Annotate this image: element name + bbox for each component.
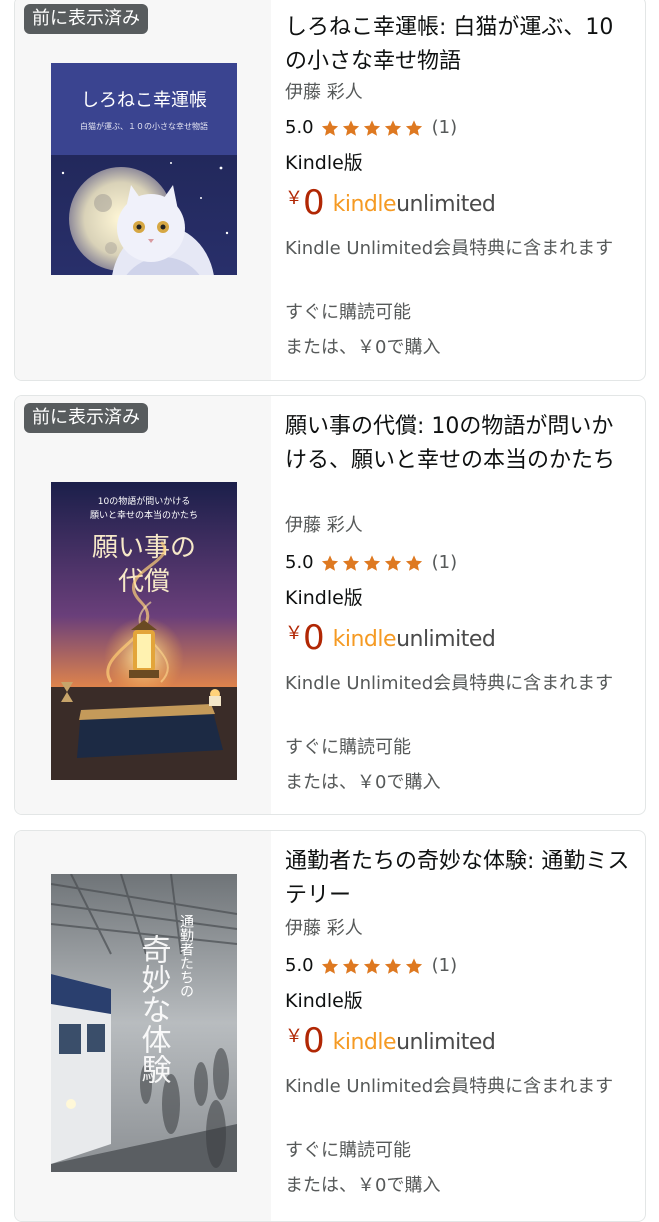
rating-value: 5.0 (285, 552, 314, 573)
book-title[interactable]: 通勤者たちの奇妙な体験: 通勤ミステリー (285, 845, 635, 913)
price-symbol: ￥ (285, 1026, 303, 1047)
kindle-unlimited-note: Kindle Unlimited会員特典に含まれます (285, 238, 614, 259)
ku-logo-kindle: kindle (332, 627, 397, 652)
cover-art: しろねこ幸運帳 白猫が運ぶ、１０の小さな幸せ物語 (51, 63, 237, 275)
availability-text: すぐに購読可能 (285, 302, 411, 323)
rating-value: 5.0 (285, 117, 314, 138)
book-card[interactable]: 通勤者たちの 奇妙な体験 通勤者たちの奇妙な体験: 通勤ミステリー 伊藤 彩人 … (14, 830, 646, 1222)
star-icon (405, 119, 422, 136)
author-name[interactable]: 伊藤 彩人 (285, 917, 363, 941)
ku-logo-kindle: kindle (332, 192, 397, 217)
star-icon (384, 957, 401, 974)
star-icon (321, 554, 338, 571)
kindle-unlimited-note: Kindle Unlimited会員特典に含まれます (285, 1076, 614, 1097)
star-icon (363, 957, 380, 974)
price-row[interactable]: ￥ 0 kindleunlimited (285, 620, 496, 656)
kindle-unlimited-note: Kindle Unlimited会員特典に含まれます (285, 673, 614, 694)
star-icon (405, 957, 422, 974)
price-symbol: ￥ (285, 188, 303, 209)
book-details: 通勤者たちの奇妙な体験: 通勤ミステリー 伊藤 彩人 5.0 (1) Kindl… (285, 831, 635, 1221)
book-card[interactable]: 前に表示済み 10の物語が問いかける 願いと幸せの本当のかたち 願い事の 代償 … (14, 395, 646, 815)
book-cover-image[interactable]: 10の物語が問いかける 願いと幸せの本当のかたち 願い事の 代償 (51, 482, 237, 780)
previously-viewed-badge: 前に表示済み (24, 403, 148, 433)
cover-panel[interactable]: 前に表示済み 10の物語が問いかける 願いと幸せの本当のかたち 願い事の 代償 (15, 396, 271, 814)
ku-logo-kindle: kindle (332, 1030, 397, 1055)
book-card[interactable]: 前に表示済み しろねこ幸運帳 白猫が運ぶ、１０の小さな幸せ物語 しろねこ幸運帳:… (14, 0, 646, 381)
cover-small-title: 通勤者たちの (178, 914, 194, 998)
ku-logo-unlimited: unlimited (396, 192, 496, 217)
ku-logo-unlimited: unlimited (396, 1030, 496, 1055)
star-icon (321, 119, 338, 136)
cover-subtitle-line2: 願いと幸せの本当のかたち (90, 509, 198, 521)
availability-text: すぐに購読可能 (285, 1140, 411, 1161)
book-details: しろねこ幸運帳: 白猫が運ぶ、10の小さな幸せ物語 伊藤 彩人 5.0 (1) … (285, 0, 635, 380)
alternate-purchase-link[interactable]: または、￥0で購入 (285, 769, 635, 796)
review-count: (1) (431, 552, 458, 573)
price-amount: 0 (303, 1021, 325, 1061)
price-symbol: ￥ (285, 623, 303, 644)
price-row[interactable]: ￥ 0 kindleunlimited (285, 185, 496, 221)
star-icon (363, 554, 380, 571)
price-row[interactable]: ￥ 0 kindleunlimited (285, 1023, 496, 1059)
rating-row[interactable]: 5.0 (1) (285, 953, 457, 979)
review-count: (1) (431, 117, 458, 138)
price: ￥ 0 (285, 185, 325, 221)
price: ￥ 0 (285, 620, 325, 656)
author-name[interactable]: 伊藤 彩人 (285, 514, 363, 538)
availability-text: すぐに購読可能 (285, 737, 411, 758)
kindle-unlimited-logo: kindleunlimited (333, 626, 496, 654)
book-cover-image[interactable]: しろねこ幸運帳 白猫が運ぶ、１０の小さな幸せ物語 (51, 63, 237, 275)
book-details: 願い事の代償: 10の物語が問いかける、願いと幸せの本当のかたち 伊藤 彩人 5… (285, 396, 635, 814)
cover-title: しろねこ幸運帳 (81, 90, 207, 111)
book-title[interactable]: 願い事の代償: 10の物語が問いかける、願いと幸せの本当のかたち (285, 410, 635, 478)
kindle-unlimited-logo: kindleunlimited (333, 191, 496, 219)
star-icon (384, 119, 401, 136)
cover-title-line1: 願い事の (92, 533, 196, 563)
star-icon (405, 554, 422, 571)
star-icon (363, 119, 380, 136)
star-icon (342, 119, 359, 136)
book-cover-image[interactable]: 通勤者たちの 奇妙な体験 (51, 874, 237, 1172)
cover-panel[interactable]: 通勤者たちの 奇妙な体験 (15, 831, 271, 1221)
star-icon (342, 554, 359, 571)
price: ￥ 0 (285, 1023, 325, 1059)
cover-subtitle: 白猫が運ぶ、１０の小さな幸せ物語 (80, 121, 208, 131)
format-label[interactable]: Kindle版 (285, 585, 363, 611)
cover-big-title: 奇妙な体験 (136, 934, 172, 1084)
format-label[interactable]: Kindle版 (285, 988, 363, 1014)
rating-row[interactable]: 5.0 (1) (285, 115, 457, 141)
star-rating (320, 957, 424, 976)
star-icon (342, 957, 359, 974)
book-title[interactable]: しろねこ幸運帳: 白猫が運ぶ、10の小さな幸せ物語 (285, 11, 635, 79)
kindle-unlimited-logo: kindleunlimited (333, 1029, 496, 1057)
cover-art: 10の物語が問いかける 願いと幸せの本当のかたち 願い事の 代償 (51, 482, 237, 780)
cover-panel[interactable]: 前に表示済み しろねこ幸運帳 白猫が運ぶ、１０の小さな幸せ物語 (15, 0, 271, 380)
alternate-purchase-link[interactable]: または、￥0で購入 (285, 1172, 635, 1199)
cover-art: 通勤者たちの 奇妙な体験 (51, 874, 237, 1172)
price-amount: 0 (303, 183, 325, 223)
star-rating (320, 119, 424, 138)
format-label[interactable]: Kindle版 (285, 150, 363, 176)
price-amount: 0 (303, 618, 325, 658)
alternate-purchase-link[interactable]: または、￥0で購入 (285, 334, 635, 361)
cover-subtitle-line1: 10の物語が問いかける (98, 495, 190, 507)
star-icon (321, 957, 338, 974)
rating-row[interactable]: 5.0 (1) (285, 550, 457, 576)
ku-logo-unlimited: unlimited (396, 627, 496, 652)
star-icon (384, 554, 401, 571)
review-count: (1) (431, 955, 458, 976)
rating-value: 5.0 (285, 955, 314, 976)
star-rating (320, 554, 424, 573)
previously-viewed-badge: 前に表示済み (24, 4, 148, 34)
author-name[interactable]: 伊藤 彩人 (285, 81, 363, 105)
